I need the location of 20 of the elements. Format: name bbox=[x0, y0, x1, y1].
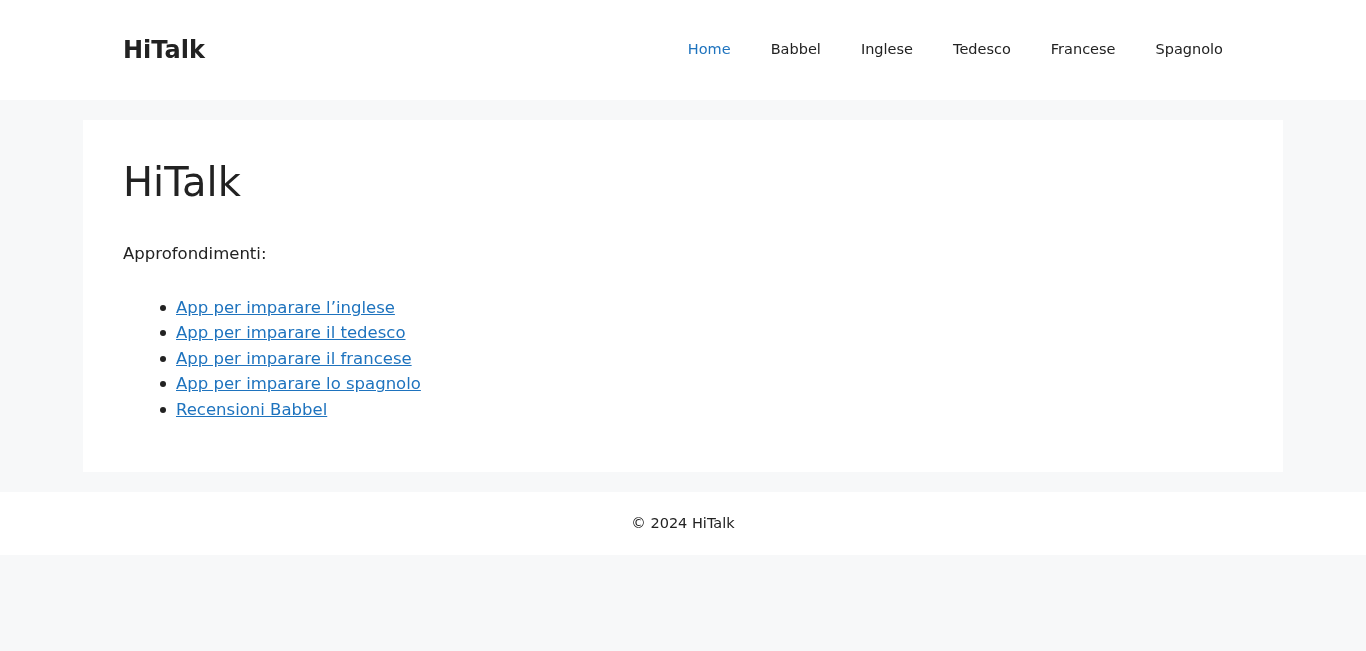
article-link[interactable]: App per imparare il tedesco bbox=[176, 320, 406, 346]
site-logo[interactable]: HiTalk bbox=[123, 32, 205, 68]
article-link[interactable]: App per imparare l’inglese bbox=[176, 294, 395, 321]
article-link[interactable]: App per imparare il francese bbox=[176, 345, 412, 372]
bullet-icon bbox=[160, 406, 166, 413]
nav-link[interactable]: Tedesco bbox=[933, 39, 1031, 61]
article-link[interactable]: App per imparare lo spagnolo bbox=[176, 371, 421, 397]
nav-link[interactable]: Babbel bbox=[750, 39, 841, 61]
page-title: HiTalk bbox=[123, 158, 242, 206]
intro-text: Approfondimenti: bbox=[123, 243, 268, 265]
bullet-icon bbox=[160, 355, 166, 362]
nav-link[interactable]: Home bbox=[667, 39, 751, 61]
bullet-icon bbox=[160, 381, 166, 387]
copyright-text: © 2024 HiTalk bbox=[631, 513, 735, 533]
article-link[interactable]: Recensioni Babbel bbox=[176, 396, 328, 423]
nav-link[interactable]: Inglese bbox=[840, 39, 933, 61]
bullet-icon bbox=[160, 304, 166, 311]
nav-link[interactable]: Francese bbox=[1030, 39, 1136, 61]
bullet-icon bbox=[160, 330, 166, 336]
nav-link[interactable]: Spagnolo bbox=[1135, 39, 1243, 61]
